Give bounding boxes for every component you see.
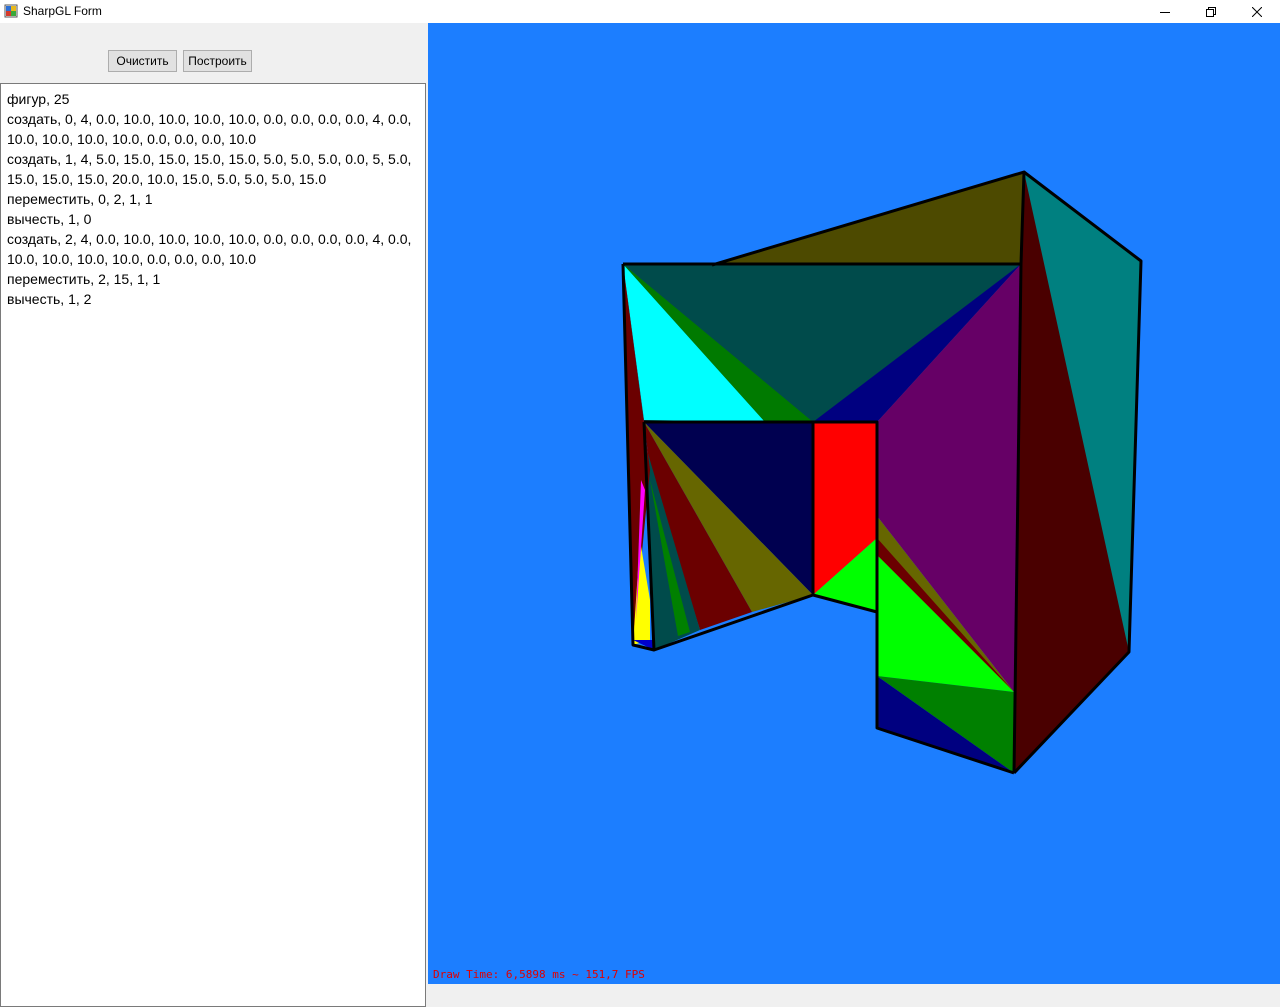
rendered-3d-scene bbox=[621, 170, 1143, 775]
title-bar: SharpGL Form bbox=[0, 0, 1280, 23]
script-textbox[interactable]: фигур, 25 создать, 0, 4, 0.0, 10.0, 10.0… bbox=[0, 83, 426, 1007]
app-icon bbox=[4, 4, 18, 18]
minimize-icon bbox=[1160, 11, 1170, 13]
minimize-button[interactable] bbox=[1142, 0, 1188, 23]
close-button[interactable] bbox=[1234, 0, 1280, 23]
restore-button[interactable] bbox=[1188, 0, 1234, 23]
opengl-viewport[interactable]: Draw Time: 6,5898 ms ~ 151,7 FPS bbox=[428, 23, 1280, 984]
build-button[interactable]: Построить bbox=[183, 50, 252, 72]
window-title: SharpGL Form bbox=[23, 4, 102, 18]
left-panel: Очистить Построить фигур, 25 создать, 0,… bbox=[0, 23, 428, 1007]
close-icon bbox=[1252, 6, 1262, 17]
restore-icon bbox=[1206, 6, 1216, 17]
clear-button[interactable]: Очистить bbox=[108, 50, 177, 72]
draw-time-status: Draw Time: 6,5898 ms ~ 151,7 FPS bbox=[433, 968, 645, 981]
